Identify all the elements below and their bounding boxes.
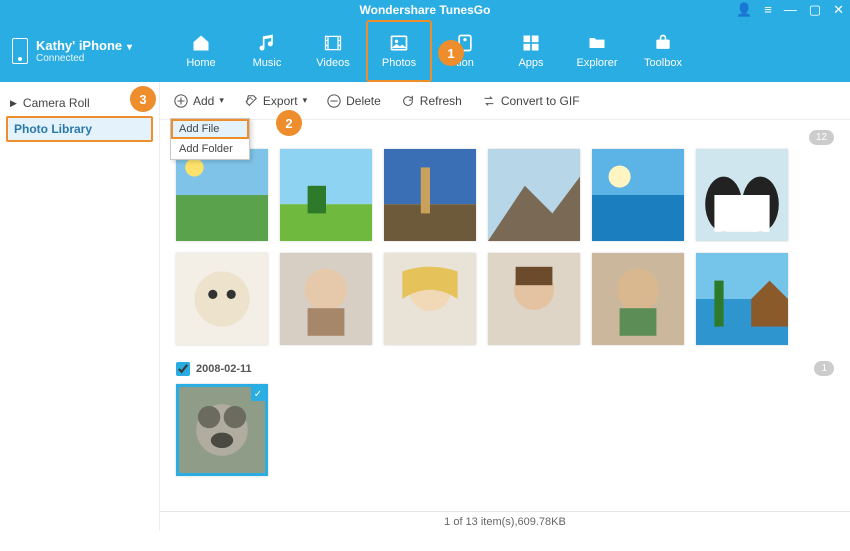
- section-count: 1: [814, 361, 834, 376]
- photo-thumb[interactable]: [176, 149, 268, 241]
- export-button[interactable]: Export ▾: [244, 94, 307, 108]
- photo-grid: [176, 149, 834, 345]
- chevron-down-icon: ▾: [219, 95, 224, 106]
- chevron-down-icon: ▾: [124, 42, 132, 53]
- convert-icon: [482, 94, 496, 108]
- sidebar-item-photo-library[interactable]: Photo Library: [6, 116, 153, 142]
- add-dropdown: Add File Add Folder: [170, 118, 250, 160]
- minus-circle-icon: [327, 94, 341, 108]
- statusbar: 1 of 13 item(s),609.78KB: [160, 511, 850, 531]
- sidebar-item-label: Photo Library: [14, 122, 92, 136]
- tab-explorer[interactable]: Explorer: [564, 20, 630, 82]
- main: ▶ Camera Roll Photo Library Add ▾ Export…: [0, 82, 850, 531]
- device-status: Connected: [36, 53, 132, 64]
- tab-home[interactable]: Home: [168, 20, 234, 82]
- phone-icon: [12, 38, 28, 64]
- folder-icon: [587, 33, 607, 53]
- photo-thumb[interactable]: [696, 149, 788, 241]
- convert-label: Convert to GIF: [501, 94, 580, 108]
- sidebar: ▶ Camera Roll Photo Library: [0, 82, 160, 531]
- expand-icon: ▶: [10, 98, 17, 109]
- callout-3: 3: [130, 86, 156, 112]
- section-count: 12: [809, 130, 834, 145]
- add-button[interactable]: Add ▾: [174, 94, 224, 108]
- tab-toolbox[interactable]: Toolbox: [630, 20, 696, 82]
- photos-icon: [389, 33, 409, 53]
- tab-apps[interactable]: Apps: [498, 20, 564, 82]
- tab-label: Videos: [316, 57, 349, 69]
- device-block[interactable]: Kathy' iPhone ▾ Connected: [12, 38, 162, 64]
- content: Add ▾ Export ▾ Delete Refresh: [160, 82, 850, 531]
- delete-label: Delete: [346, 94, 381, 108]
- callout-1: 1: [438, 40, 464, 66]
- add-label: Add: [193, 94, 214, 108]
- tab-label: Music: [253, 57, 282, 69]
- plus-circle-icon: [174, 94, 188, 108]
- photo-thumb[interactable]: [592, 253, 684, 345]
- photo-grid: ✓: [176, 384, 834, 476]
- tab-label: Apps: [518, 57, 543, 69]
- photo-thumb[interactable]: [280, 149, 372, 241]
- callout-2: 2: [276, 110, 302, 136]
- refresh-label: Refresh: [420, 94, 462, 108]
- refresh-icon: [401, 94, 415, 108]
- photo-thumb[interactable]: [696, 253, 788, 345]
- photo-thumb[interactable]: [488, 149, 580, 241]
- tab-videos[interactable]: Videos: [300, 20, 366, 82]
- status-text: 1 of 13 item(s),609.78KB: [444, 516, 566, 528]
- refresh-button[interactable]: Refresh: [401, 94, 462, 108]
- export-label: Export: [263, 94, 298, 108]
- photo-thumb[interactable]: [592, 149, 684, 241]
- photo-thumb[interactable]: ✓: [176, 384, 268, 476]
- tab-label: Explorer: [577, 57, 618, 69]
- min-icon[interactable]: —: [784, 2, 797, 18]
- toolbar: Add ▾ Export ▾ Delete Refresh: [160, 82, 850, 120]
- titlebar: Wondershare TunesGo 👤 ≡ — ▢ ✕: [0, 0, 850, 20]
- video-icon: [323, 33, 343, 53]
- header: Kathy' iPhone ▾ Connected Home Music Vid…: [0, 20, 850, 82]
- add-file-item[interactable]: Add File: [171, 119, 249, 139]
- section-label: 2008-02-11: [196, 363, 252, 375]
- chevron-down-icon: ▾: [303, 95, 308, 106]
- gallery: 12 2008-02-11: [160, 120, 850, 511]
- nav-tabs: Home Music Videos Photos tion Apps Explo…: [168, 20, 696, 82]
- photo-thumb[interactable]: [280, 253, 372, 345]
- photo-thumb[interactable]: [384, 149, 476, 241]
- add-folder-item[interactable]: Add Folder: [171, 139, 249, 159]
- user-icon[interactable]: 👤: [736, 2, 752, 18]
- max-icon[interactable]: ▢: [809, 2, 821, 18]
- app-title: Wondershare TunesGo: [0, 3, 850, 17]
- tab-label: Home: [186, 57, 215, 69]
- export-icon: [244, 94, 258, 108]
- device-name: Kathy' iPhone: [36, 38, 122, 53]
- music-icon: [257, 33, 277, 53]
- photo-thumb[interactable]: [488, 253, 580, 345]
- check-icon: ✓: [251, 387, 265, 401]
- delete-button[interactable]: Delete: [327, 94, 381, 108]
- tab-label: Photos: [382, 57, 416, 69]
- photo-thumb[interactable]: [384, 253, 476, 345]
- home-icon: [191, 33, 211, 53]
- menu-icon[interactable]: ≡: [764, 2, 772, 18]
- tab-music[interactable]: Music: [234, 20, 300, 82]
- section-checkbox[interactable]: [176, 362, 190, 376]
- tab-label: Toolbox: [644, 57, 682, 69]
- sidebar-item-label: Camera Roll: [23, 96, 90, 110]
- apps-icon: [521, 33, 541, 53]
- tab-photos[interactable]: Photos: [366, 20, 432, 82]
- toolbox-icon: [653, 33, 673, 53]
- photo-thumb[interactable]: [176, 253, 268, 345]
- close-icon[interactable]: ✕: [833, 2, 844, 18]
- convert-button[interactable]: Convert to GIF: [482, 94, 580, 108]
